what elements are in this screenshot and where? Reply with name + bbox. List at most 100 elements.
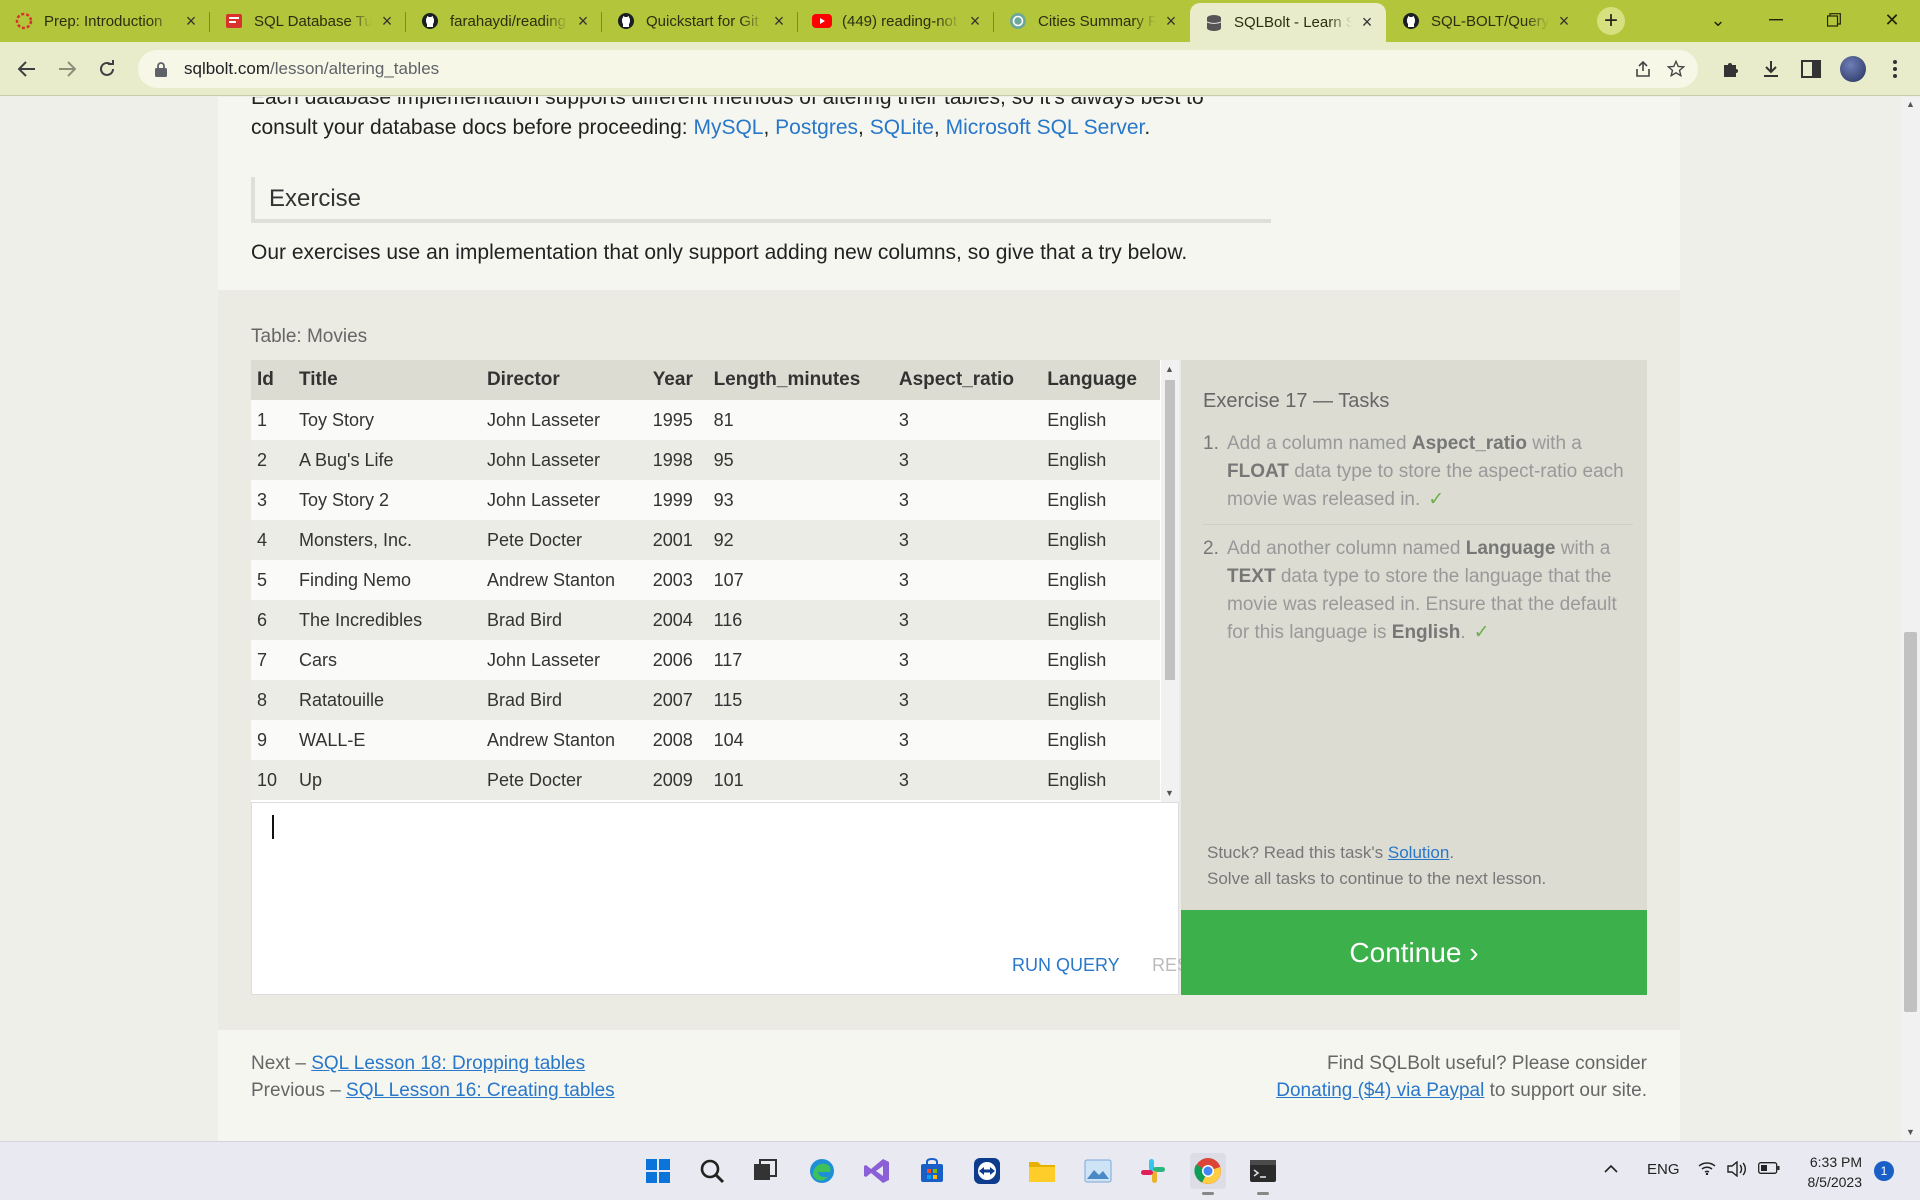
sqlite-doc-link[interactable]: SQLite [870, 116, 934, 139]
table-row: 8 Ratatouille Brad Bird 2007 115 3 English [251, 680, 1160, 720]
tab-close-icon[interactable]: × [182, 11, 200, 31]
page-scroll-up-icon[interactable]: ▲ [1906, 99, 1915, 109]
share-icon[interactable] [1631, 58, 1655, 80]
page-scroll-thumb[interactable] [1904, 632, 1917, 1012]
side-panel-icon[interactable] [1798, 56, 1824, 82]
mysql-doc-link[interactable]: MySQL [693, 116, 763, 139]
store-icon[interactable] [914, 1153, 950, 1189]
table-cell: 3 [892, 760, 1042, 800]
scroll-down-arrow-icon[interactable]: ▼ [1165, 788, 1174, 798]
previous-prefix: Previous – [251, 1080, 347, 1101]
table-cell: 3 [892, 600, 1042, 640]
slack-icon[interactable] [1135, 1153, 1171, 1189]
task-keyword: FLOAT [1227, 461, 1289, 482]
windows-start-icon[interactable] [640, 1153, 676, 1189]
table-cell: Toy Story [293, 400, 481, 440]
browser-tab[interactable]: SQL-BOLT/Query × [1387, 4, 1583, 38]
tab-close-icon[interactable]: × [770, 11, 788, 31]
bookmark-star-icon[interactable] [1664, 58, 1688, 80]
tab-title: SQL Database Tut [254, 12, 372, 30]
task-keyword: Aspect_ratio [1411, 433, 1527, 454]
extensions-puzzle-icon[interactable] [1718, 56, 1744, 82]
tab-close-icon[interactable]: × [574, 11, 592, 31]
system-clock[interactable]: 6:33 PM 8/5/2023 [1790, 1152, 1863, 1192]
sql-tutorial-icon [224, 11, 244, 31]
page-scroll-down-icon[interactable]: ▼ [1906, 1127, 1915, 1137]
tab-close-icon[interactable]: × [1358, 12, 1376, 32]
next-lesson-link[interactable]: SQL Lesson 18: Dropping tables [311, 1053, 585, 1074]
query-editor[interactable]: RUN QUERY RESET [251, 802, 1212, 995]
column-header: Id [251, 360, 294, 400]
tray-overflow-chevron-icon[interactable] [1604, 1161, 1618, 1178]
edge-icon[interactable] [804, 1153, 840, 1189]
volume-icon[interactable] [1727, 1160, 1747, 1181]
table-cell: 2 [251, 440, 294, 480]
tab-close-icon[interactable]: × [966, 11, 984, 31]
tab-close-icon[interactable]: × [1162, 11, 1180, 31]
previous-lesson-link[interactable]: SQL Lesson 16: Creating tables [346, 1080, 615, 1101]
table-cell: 2008 [646, 720, 708, 760]
table-scrollbar[interactable]: ▲ ▼ [1161, 360, 1179, 802]
postgres-doc-link[interactable]: Postgres [775, 116, 858, 139]
tasks-title: Exercise 17 — Tasks [1203, 390, 1390, 412]
back-button[interactable] [10, 52, 44, 86]
search-icon[interactable] [694, 1153, 730, 1189]
chrome-icon[interactable] [1190, 1153, 1226, 1195]
table-cell: English [1041, 520, 1160, 560]
menu-kebab-icon[interactable] [1882, 56, 1908, 82]
lock-icon[interactable] [152, 61, 170, 77]
browser-tab[interactable]: Prep: Introduction × [0, 4, 210, 38]
reload-button[interactable] [90, 52, 124, 86]
run-query-button[interactable]: RUN QUERY [1012, 955, 1120, 976]
restore-button[interactable] [1806, 0, 1862, 40]
task-text: Add a column named Aspect_ratio with a F… [1227, 430, 1633, 514]
close-window-button[interactable]: ✕ [1864, 0, 1920, 40]
table-cell: 93 [707, 480, 893, 520]
tab-close-icon[interactable]: × [1555, 11, 1573, 31]
language-indicator[interactable]: ENG [1647, 1161, 1680, 1178]
browser-tab[interactable]: Quickstart for Git × [602, 4, 798, 38]
scroll-up-arrow-icon[interactable]: ▲ [1165, 364, 1174, 374]
browser-tab[interactable]: SQL Database Tut × [210, 4, 406, 38]
browser-tab[interactable]: Cities Summary R × [994, 4, 1190, 38]
battery-icon[interactable] [1758, 1161, 1780, 1178]
task-view-icon[interactable] [747, 1153, 783, 1189]
teamviewer-icon[interactable] [969, 1153, 1005, 1189]
browser-tab[interactable]: farahaydi/reading × [406, 4, 602, 38]
intro-line-1: Each database implementation supports di… [251, 97, 1204, 109]
tab-separator [601, 12, 602, 32]
browser-tab[interactable]: (449) reading-not × [798, 4, 994, 38]
minimize-button[interactable] [1748, 0, 1804, 40]
address-bar[interactable]: sqlbolt.com/lesson/altering_tables [138, 50, 1698, 88]
table-scroll-thumb[interactable] [1165, 380, 1175, 680]
profile-avatar[interactable] [1840, 56, 1866, 82]
donate-link[interactable]: Donating ($4) via Paypal [1276, 1080, 1484, 1101]
table-cell: 1 [251, 400, 294, 440]
terminal-icon[interactable] [1245, 1153, 1281, 1195]
wifi-icon[interactable] [1698, 1161, 1716, 1179]
tab-search-chevron-icon[interactable]: ⌄ [1690, 0, 1746, 40]
column-header: Aspect_ratio [892, 360, 1042, 400]
download-icon[interactable] [1758, 56, 1784, 82]
solution-link[interactable]: Solution [1388, 843, 1449, 862]
task-number: 1. [1203, 433, 1219, 454]
browser-tab[interactable]: SQLBolt - Learn S × [1190, 3, 1386, 42]
exercise-area: Table: Movies Id Title Director Year Length_… [218, 290, 1680, 1030]
page-scrollbar[interactable]: ▲ ▼ [1901, 97, 1920, 1141]
table-cell: 2001 [646, 520, 708, 560]
visual-studio-icon[interactable] [859, 1153, 895, 1189]
table-row: 10 Up Pete Docter 2009 101 3 English [251, 760, 1160, 800]
windows-taskbar: ENG 6:33 PM 8/5/2023 1 [0, 1141, 1920, 1200]
table-cell: 117 [707, 640, 893, 680]
table-cell: 2007 [646, 680, 708, 720]
table-cell: Toy Story 2 [293, 480, 481, 520]
photos-icon[interactable] [1080, 1153, 1116, 1189]
file-explorer-icon[interactable] [1024, 1153, 1060, 1189]
table-cell: A Bug's Life [293, 440, 481, 480]
mssql-doc-link[interactable]: Microsoft SQL Server [946, 116, 1145, 139]
new-tab-button[interactable]: + [1597, 7, 1625, 35]
tab-close-icon[interactable]: × [378, 11, 396, 31]
continue-button[interactable]: Continue › [1181, 910, 1647, 995]
forward-button[interactable] [50, 52, 84, 86]
notification-badge[interactable]: 1 [1874, 1161, 1894, 1181]
